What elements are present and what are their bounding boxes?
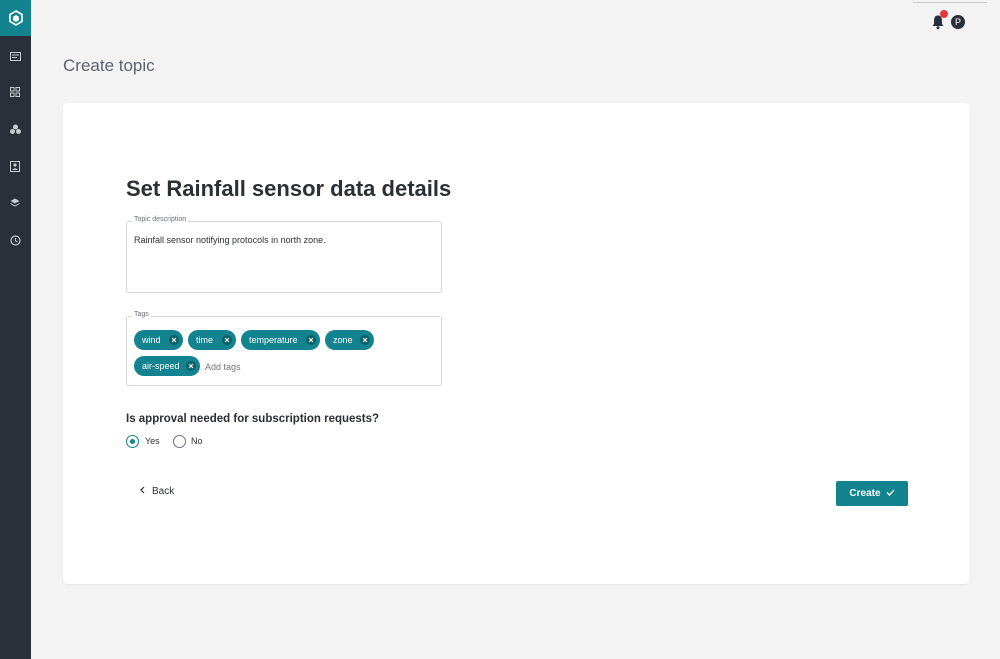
topic-description-value[interactable]: Rainfall sensor notifying protocols in n… <box>134 235 326 245</box>
remove-tag-icon[interactable] <box>169 335 179 345</box>
form-heading: Set Rainfall sensor data details <box>126 176 452 201</box>
remove-tag-icon[interactable] <box>360 335 370 345</box>
tag-chip: zone <box>325 330 374 350</box>
tag-label: temperature <box>249 335 298 345</box>
remove-tag-icon[interactable] <box>306 335 316 345</box>
radio-yes-label[interactable]: Yes <box>145 436 160 446</box>
layers-icon[interactable] <box>8 196 22 210</box>
app-logo-icon[interactable] <box>0 0 31 36</box>
topic-description-field[interactable]: Topic description Rainfall sensor notify… <box>126 216 442 293</box>
avatar[interactable]: P <box>951 15 965 29</box>
tags-field[interactable]: Tags wind time temperature zone air-spee… <box>126 311 442 386</box>
tag-label: wind <box>142 335 161 345</box>
radio-no-label[interactable]: No <box>191 436 203 446</box>
tag-label: air-speed <box>142 361 180 371</box>
tag-label: time <box>196 335 214 345</box>
tag-label: zone <box>333 335 353 345</box>
topic-description-label: Topic description <box>132 216 189 223</box>
radio-no[interactable] <box>173 435 186 448</box>
top-divider <box>913 2 987 3</box>
tag-chip: air-speed <box>134 356 200 376</box>
approval-question: Is approval needed for subscription requ… <box>126 413 380 425</box>
tags-label: Tags <box>132 311 151 318</box>
grid-icon[interactable] <box>8 85 22 99</box>
cluster-icon[interactable] <box>8 122 22 136</box>
back-label: Back <box>152 486 175 497</box>
add-tags-input[interactable] <box>205 362 325 372</box>
tag-chip: time <box>188 330 236 350</box>
clock-icon[interactable] <box>8 233 22 247</box>
contacts-icon[interactable] <box>8 159 22 173</box>
tag-chip: wind <box>134 330 183 350</box>
create-label: Create <box>849 488 881 499</box>
create-button[interactable]: Create <box>836 481 908 506</box>
page-title: Create topic <box>63 56 155 75</box>
back-button[interactable]: Back <box>140 486 174 497</box>
tag-chip: temperature <box>241 330 320 350</box>
catalog-icon[interactable] <box>8 49 22 63</box>
radio-yes[interactable] <box>126 435 139 448</box>
remove-tag-icon[interactable] <box>186 361 196 371</box>
chevron-left-icon <box>140 486 145 497</box>
check-icon <box>886 488 895 499</box>
remove-tag-icon[interactable] <box>222 335 232 345</box>
notification-dot <box>940 10 948 18</box>
sidebar <box>0 0 31 659</box>
